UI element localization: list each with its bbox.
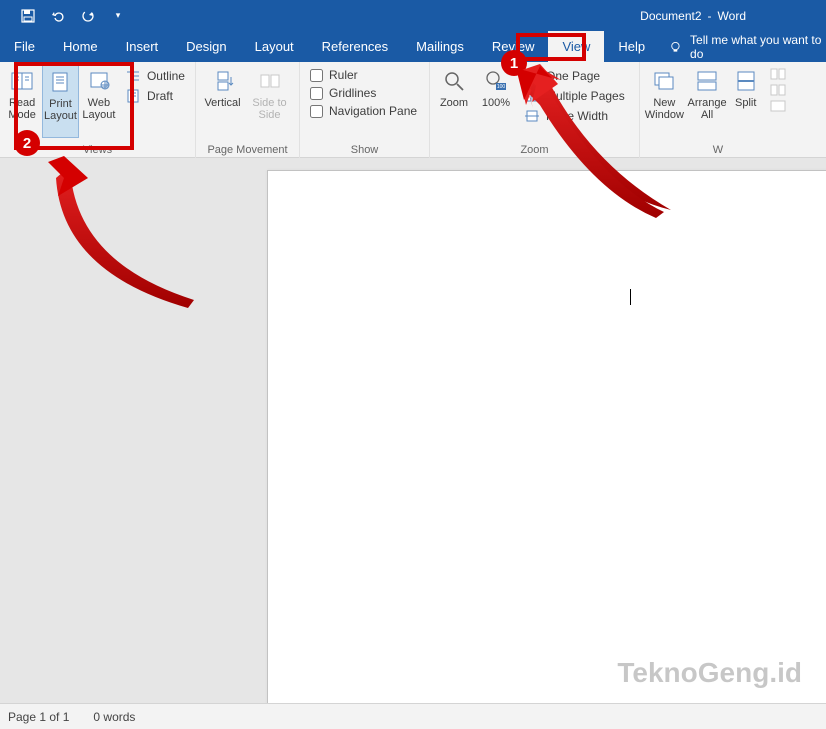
draft-label: Draft <box>147 89 173 103</box>
word-count[interactable]: 0 words <box>93 710 135 724</box>
doc-name: Document2 <box>640 9 701 23</box>
side-to-side-label: Side to Side <box>247 97 292 121</box>
page-count[interactable]: Page 1 of 1 <box>8 710 69 724</box>
zoom-100-button[interactable]: 100 100% <box>476 64 516 138</box>
vertical-icon <box>210 68 236 94</box>
web-layout-icon <box>86 68 112 94</box>
text-cursor <box>630 289 631 305</box>
draft-button[interactable]: Draft <box>125 88 185 104</box>
tab-layout[interactable]: Layout <box>241 31 308 62</box>
page-width-icon <box>524 108 540 124</box>
web-layout-button[interactable]: Web Layout <box>81 64 117 138</box>
zoom-button[interactable]: Zoom <box>434 64 474 138</box>
multiple-pages-icon <box>524 88 540 104</box>
quick-access-toolbar: ▾ <box>0 8 126 24</box>
web-layout-label: Web Layout <box>81 97 117 121</box>
gridlines-label: Gridlines <box>329 86 376 100</box>
new-window-label: New Window <box>644 97 685 121</box>
tab-home[interactable]: Home <box>49 31 112 62</box>
watermark-text: TeknoGeng.id <box>617 657 802 689</box>
tab-design[interactable]: Design <box>172 31 240 62</box>
multiple-pages-label: Multiple Pages <box>546 89 625 103</box>
tab-mailings[interactable]: Mailings <box>402 31 478 62</box>
document-workspace[interactable] <box>0 158 826 703</box>
document-page[interactable] <box>267 170 826 703</box>
read-mode-icon <box>9 68 35 94</box>
read-mode-label: Read Mode <box>4 97 40 121</box>
one-page-icon <box>524 68 540 84</box>
customize-qat-icon[interactable]: ▾ <box>110 8 126 24</box>
zoom-group-label: Zoom <box>434 142 635 158</box>
tab-review[interactable]: Review <box>478 31 549 62</box>
tab-view[interactable]: View <box>548 31 604 62</box>
one-page-label: One Page <box>546 69 600 83</box>
status-bar: Page 1 of 1 0 words <box>0 703 826 729</box>
zoom-100-label: 100% <box>482 97 510 109</box>
reset-window-icon[interactable] <box>770 100 786 112</box>
print-layout-button[interactable]: Print Layout <box>42 64 79 138</box>
navigation-pane-checkbox[interactable]: Navigation Pane <box>310 104 417 118</box>
one-page-button[interactable]: One Page <box>524 68 625 84</box>
tell-me-label: Tell me what you want to do <box>690 33 826 61</box>
new-window-icon <box>651 68 677 94</box>
zoom-100-icon: 100 <box>483 68 509 94</box>
ruler-checkbox[interactable]: Ruler <box>310 68 417 82</box>
tab-file[interactable]: File <box>0 31 49 62</box>
side-to-side-icon <box>257 68 283 94</box>
multiple-pages-button[interactable]: Multiple Pages <box>524 88 625 104</box>
split-button[interactable]: Split <box>729 64 762 138</box>
split-icon <box>733 68 759 94</box>
document-title: Document2 - Word <box>640 9 746 23</box>
window-group-label: W <box>644 142 792 158</box>
save-icon[interactable] <box>20 8 36 24</box>
ribbon: Read Mode Print Layout Web Layout Outlin… <box>0 62 826 158</box>
split-label: Split <box>735 97 756 109</box>
page-width-button[interactable]: Page Width <box>524 108 625 124</box>
page-width-label: Page Width <box>546 109 608 123</box>
views-group-label: Views <box>4 142 191 158</box>
svg-text:100: 100 <box>497 84 506 90</box>
outline-button[interactable]: Outline <box>125 68 185 84</box>
vertical-label: Vertical <box>204 97 240 109</box>
lightbulb-icon <box>669 40 682 54</box>
draft-icon <box>125 88 141 104</box>
title-sep: - <box>708 9 712 23</box>
sync-scrolling-icon[interactable] <box>770 84 786 96</box>
ruler-label: Ruler <box>329 68 358 82</box>
tab-references[interactable]: References <box>308 31 402 62</box>
outline-label: Outline <box>147 69 185 83</box>
tell-me[interactable]: Tell me what you want to do <box>669 33 826 61</box>
app-name: Word <box>718 9 746 23</box>
title-bar: ▾ Document2 - Word <box>0 0 826 31</box>
arrange-all-button[interactable]: Arrange All <box>687 64 728 138</box>
zoom-icon <box>441 68 467 94</box>
vertical-button[interactable]: Vertical <box>200 64 245 138</box>
arrange-all-label: Arrange All <box>687 97 728 121</box>
show-group-label: Show <box>304 142 425 158</box>
ribbon-tabs: File Home Insert Design Layout Reference… <box>0 31 826 62</box>
nav-pane-label: Navigation Pane <box>329 104 417 118</box>
outline-icon <box>125 68 141 84</box>
print-layout-icon <box>47 69 73 95</box>
arrange-all-icon <box>694 68 720 94</box>
tab-insert[interactable]: Insert <box>112 31 173 62</box>
gridlines-checkbox[interactable]: Gridlines <box>310 86 417 100</box>
side-to-side-button[interactable]: Side to Side <box>247 64 292 138</box>
tab-help[interactable]: Help <box>604 31 659 62</box>
print-layout-label: Print Layout <box>43 98 78 122</box>
new-window-button[interactable]: New Window <box>644 64 685 138</box>
read-mode-button[interactable]: Read Mode <box>4 64 40 138</box>
redo-icon[interactable] <box>80 8 96 24</box>
page-movement-group-label: Page Movement <box>200 142 295 158</box>
view-side-by-side-icon[interactable] <box>770 68 786 80</box>
zoom-label: Zoom <box>440 97 468 109</box>
undo-icon[interactable] <box>50 8 66 24</box>
